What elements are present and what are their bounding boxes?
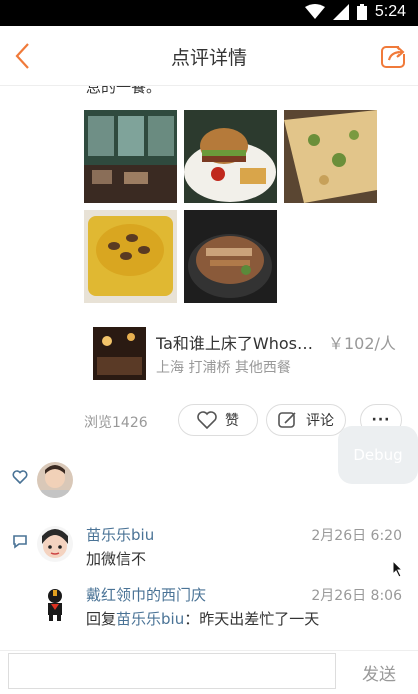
commenter-name[interactable]: 苗乐乐biu: [86, 524, 154, 545]
comment-input-bar: 发送: [0, 650, 418, 694]
reply-text: 回复苗乐乐biu：昨天出差忙了一天: [86, 608, 319, 629]
reply-prefix: 回复: [86, 610, 117, 628]
battery-icon: [356, 4, 367, 20]
heart-icon: [197, 411, 217, 429]
comment-time: 2月26日 6:20: [311, 528, 402, 544]
venue-thumbnail: [93, 327, 146, 380]
view-count: 浏览1426: [84, 415, 148, 431]
replier-name[interactable]: 戴红领巾的西门庆: [86, 584, 206, 605]
debug-button[interactable]: Debug: [338, 426, 418, 484]
comment-input[interactable]: [8, 653, 336, 689]
venue-location: 上海 打浦桥 其他西餐: [156, 360, 291, 376]
review-detail-content[interactable]: 息的一餐。 Ta和谁上床了Whose... ￥102/人 上海 打浦桥 其他西餐…: [0, 86, 418, 650]
reply-body: ：昨天出差忙了一天: [184, 610, 320, 628]
share-button[interactable]: [378, 40, 410, 72]
commenter-avatar[interactable]: [37, 526, 73, 562]
send-button[interactable]: 发送: [362, 660, 396, 685]
reply-mention[interactable]: 苗乐乐biu: [116, 610, 184, 628]
comment-bubble-icon: [13, 535, 27, 549]
mouse-cursor-icon: [392, 560, 404, 578]
review-photo-4[interactable]: [84, 210, 177, 303]
wifi-icon: [304, 4, 325, 19]
like-button[interactable]: 赞: [178, 404, 258, 436]
replier-avatar[interactable]: [37, 586, 73, 622]
review-photo-5[interactable]: [184, 210, 277, 303]
venue-price: ￥102/人: [328, 334, 396, 353]
comment-button[interactable]: 评论: [266, 404, 346, 436]
liked-heart-icon: [12, 470, 28, 484]
review-photo-3[interactable]: [284, 110, 377, 203]
comment-label: 评论: [306, 413, 334, 429]
edit-comment-icon: [278, 412, 296, 428]
status-bar: 5:24: [0, 0, 418, 26]
venue-card[interactable]: Ta和谁上床了Whose... ￥102/人 上海 打浦桥 其他西餐: [90, 324, 410, 382]
reply-time: 2月26日 8:06: [311, 588, 402, 604]
comment-text: 加微信不: [86, 550, 147, 568]
review-photo-2[interactable]: [184, 110, 277, 203]
like-label: 赞: [225, 413, 239, 429]
review-text: 息的一餐。: [86, 86, 162, 96]
clock: 5:24: [374, 3, 406, 20]
share-icon: [381, 44, 407, 68]
venue-name: Ta和谁上床了Whose...: [156, 334, 316, 353]
signal-icon: [332, 4, 349, 20]
title-bar: 点评详情: [0, 26, 418, 86]
review-photo-1[interactable]: [84, 110, 177, 203]
liker-avatar[interactable]: [37, 462, 73, 498]
page-title: 点评详情: [170, 47, 247, 69]
